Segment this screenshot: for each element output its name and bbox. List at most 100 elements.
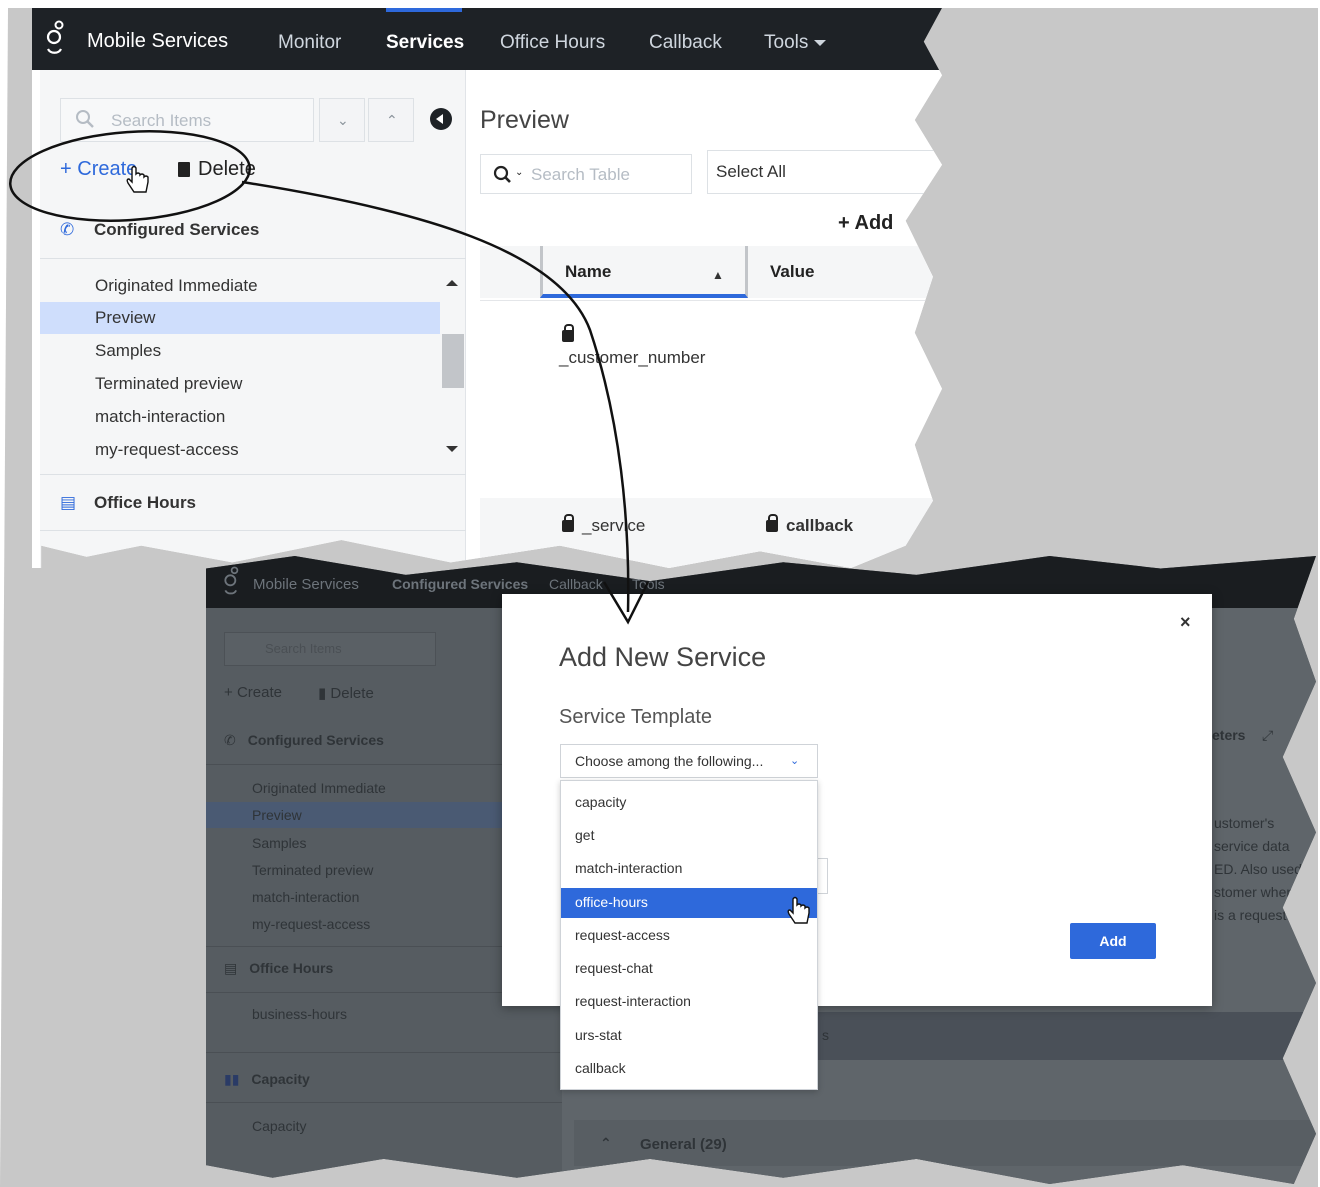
- create-label: Create: [77, 158, 138, 180]
- calendar-icon: ▤: [224, 960, 238, 976]
- list-item-my-request-access[interactable]: my-request-access: [40, 434, 440, 466]
- option-office-hours[interactable]: office-hours: [561, 888, 817, 918]
- option-request-access[interactable]: request-access: [561, 921, 817, 951]
- prev-result-button[interactable]: ⌃: [368, 98, 414, 142]
- table-cell-name: _customer_number: [559, 348, 706, 367]
- list-item[interactable]: business-hours: [252, 1006, 347, 1022]
- nav-callback[interactable]: Callback: [549, 576, 603, 592]
- option-request-interaction[interactable]: request-interaction: [561, 987, 817, 1017]
- list-item-preview[interactable]: Preview: [40, 302, 440, 334]
- create-button[interactable]: + Create: [224, 684, 282, 701]
- option-callback[interactable]: callback: [561, 1054, 817, 1084]
- phone-icon: ✆: [60, 220, 75, 239]
- trash-icon: ▮: [318, 685, 331, 702]
- list-item[interactable]: Originated Immediate: [252, 780, 386, 796]
- capacity-icon: ▮▮: [224, 1071, 240, 1087]
- table-cell-value: callback: [766, 514, 853, 536]
- search-items-input[interactable]: Search Items: [224, 632, 436, 666]
- section-office-hours-label: Office Hours: [94, 493, 197, 512]
- caret-down-icon: [814, 39, 827, 46]
- lock-icon: [562, 324, 574, 342]
- search-placeholder: Search Items: [265, 641, 342, 656]
- add-parameter-button[interactable]: + Add: [838, 212, 893, 235]
- section-capacity[interactable]: ▮▮ Capacity: [224, 1071, 310, 1088]
- add-label: Add: [854, 212, 894, 234]
- delete-button[interactable]: Delete: [178, 158, 256, 181]
- dialog-title: Add New Service: [559, 642, 767, 672]
- option-match-interaction[interactable]: match-interaction: [561, 854, 817, 884]
- expand-icon[interactable]: ⤢: [1262, 724, 1273, 747]
- page-title: Preview: [480, 106, 569, 134]
- list-item[interactable]: match-interaction: [252, 889, 359, 905]
- list-item-match-interaction[interactable]: match-interaction: [40, 401, 440, 433]
- nav-callback[interactable]: Callback: [649, 32, 722, 54]
- list-item-originated-immediate[interactable]: Originated Immediate: [40, 270, 440, 302]
- list-item[interactable]: Preview: [252, 807, 302, 823]
- section-configured-services[interactable]: ✆ Configured Services: [60, 220, 259, 240]
- brand-name: Mobile Services: [87, 30, 229, 52]
- section-capacity-label: Capacity: [251, 1071, 310, 1087]
- select-all-dropdown[interactable]: Select All: [707, 150, 942, 194]
- chevron-down-icon: ⌄: [790, 755, 800, 767]
- chevron-down-icon: ⌄: [515, 167, 524, 178]
- section-fragment: s: [822, 1027, 829, 1043]
- divider: [40, 530, 466, 531]
- collapse-left-icon[interactable]: [430, 108, 452, 130]
- plus-icon: +: [60, 158, 78, 180]
- section-configured-label: Configured Services: [247, 732, 384, 748]
- section-configured-services[interactable]: ✆ Configured Services: [224, 732, 384, 749]
- search-icon: [76, 110, 94, 128]
- divider: [40, 258, 466, 259]
- option-request-chat[interactable]: request-chat: [561, 954, 817, 984]
- list-item-terminated-preview[interactable]: Terminated preview: [40, 368, 440, 400]
- scroll-up-icon[interactable]: [446, 280, 458, 286]
- nav-configured-services[interactable]: Configured Services: [392, 576, 528, 592]
- column-header-value[interactable]: Value: [748, 246, 942, 298]
- top-screenshot: Mobile Services Monitor Services Office …: [32, 8, 942, 568]
- add-button[interactable]: Add: [1070, 923, 1156, 959]
- search-table-placeholder: Search Table: [531, 165, 630, 184]
- section-office-hours[interactable]: ▤ Office Hours: [224, 960, 333, 977]
- nav-monitor[interactable]: Monitor: [278, 32, 341, 54]
- genesys-logo-icon: [224, 566, 239, 595]
- list-item[interactable]: Samples: [252, 835, 306, 851]
- nav-services[interactable]: Services: [386, 32, 464, 54]
- divider: [206, 1052, 562, 1053]
- section-general[interactable]: General (29): [640, 1133, 727, 1156]
- create-button[interactable]: + Create: [60, 158, 137, 181]
- list-item[interactable]: my-request-access: [252, 916, 370, 932]
- phone-icon: ✆: [224, 732, 236, 748]
- collapse-icon[interactable]: ⌃: [600, 1132, 612, 1155]
- sort-icon[interactable]: ▲: [712, 268, 724, 282]
- section-office-hours[interactable]: ▤ Office Hours: [60, 493, 196, 513]
- nav-tools-label: Tools: [764, 32, 809, 53]
- lock-icon: [766, 514, 778, 532]
- table-cell-name: _service: [562, 514, 645, 536]
- scroll-down-icon[interactable]: [446, 446, 458, 452]
- option-get[interactable]: get: [561, 821, 817, 851]
- section-configured-label: Configured Services: [94, 220, 260, 239]
- plus-icon: +: [224, 684, 237, 701]
- lock-icon: [562, 514, 574, 532]
- list-item-samples[interactable]: Samples: [40, 335, 440, 367]
- table-header-select: [480, 246, 540, 298]
- list-item[interactable]: Capacity: [252, 1118, 306, 1134]
- search-table-input[interactable]: ⌄ Search Table: [480, 154, 692, 194]
- nav-office-hours[interactable]: Office Hours: [500, 32, 605, 54]
- parameters-fragment: eters: [1212, 727, 1246, 743]
- search-items-input[interactable]: Search Items: [60, 98, 314, 142]
- option-capacity[interactable]: capacity: [561, 788, 817, 818]
- description-fragment: ustomer's: [1214, 815, 1275, 831]
- delete-label: Delete: [330, 685, 374, 702]
- description-fragment: ED. Also used: [1214, 861, 1302, 877]
- scrollbar-thumb[interactable]: [442, 334, 464, 388]
- nav-tools[interactable]: Tools: [764, 32, 827, 54]
- service-template-select[interactable]: Choose among the following...: [560, 744, 818, 778]
- option-urs-stat[interactable]: urs-stat: [561, 1021, 817, 1051]
- delete-button[interactable]: ▮ Delete: [318, 684, 374, 702]
- close-icon[interactable]: ×: [1180, 612, 1191, 633]
- next-result-button[interactable]: ⌄: [319, 98, 365, 142]
- list-item[interactable]: Terminated preview: [252, 862, 373, 878]
- divider: [480, 300, 942, 301]
- section-office-hours-label: Office Hours: [249, 960, 334, 976]
